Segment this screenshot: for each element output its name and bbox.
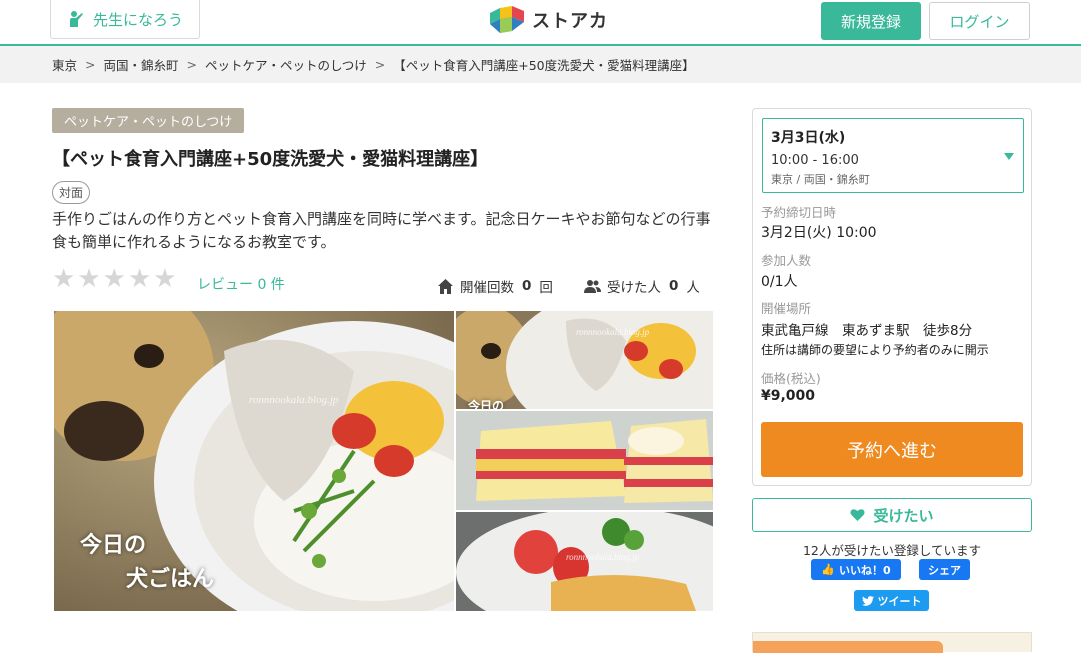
breadcrumb: 東京 > 両国・錦糸町 > ペットケア・ペットのしつけ > 【ペット食育入門講座… [0,46,1081,83]
venue-value: 東武亀戸線 東あずま駅 徒歩8分 [761,323,973,339]
held-count-unit: 回 [539,280,553,296]
date-select[interactable]: 3月3日(水) 10:00 - 16:00 東京 / 両国・錦糸町 [762,118,1024,193]
lesson-title: 【ペット食育入門講座+50度洗愛犬・愛猫料理講座】 [52,149,489,170]
login-button[interactable]: ログイン [929,2,1030,40]
held-count-label: 開催回数 [460,280,514,296]
promo-banner-accent [753,641,943,653]
thumbnail-watermark: ronnnookala.blog.jp [576,327,650,337]
selected-time: 10:00 - 16:00 [771,153,859,168]
main-photo-watermark: ronnnookala.blog.jp [249,394,339,406]
star-icon: ★ [52,264,76,294]
become-teacher-button[interactable]: 先生になろう [50,0,200,39]
breadcrumb-item-category[interactable]: ペットケア・ペットのしつけ [205,55,367,74]
dog-bowl-thumbnail-image: ronnnookala.blog.jp [456,311,713,409]
booking-card: 3月3日(水) 10:00 - 16:00 東京 / 両国・錦糸町 予約締切日時… [752,108,1032,486]
promo-banner[interactable] [752,632,1032,653]
cake-thumbnail-image [456,411,713,510]
breadcrumb-separator: > [186,57,197,72]
facebook-like-label: いいね！0 [839,563,891,577]
price-value: ¥9,000 [761,388,816,404]
venue-label: 開催場所 [761,301,812,316]
thumbnail-photo[interactable] [456,411,713,510]
tweet-label: ツイート [877,594,922,608]
star-icon: ★ [127,264,152,294]
attendees-stat: 受けた人 0 人 [584,276,700,296]
thumbs-up-icon: 👍 [821,563,836,576]
want-to-attend-label: 受けたい [873,506,934,525]
home-icon [438,278,453,294]
become-teacher-label: 先生になろう [92,10,183,29]
users-icon [584,279,601,293]
lesson-description: 手作りごはんの作り方とペット食育入門講座を同時に学べます。記念日ケーキやお節句な… [52,210,711,251]
facebook-like-button[interactable]: 👍 いいね！0 [811,559,901,580]
thumbnail-photo[interactable]: ronnnookala.blog.jp 今日の [456,311,713,409]
heart-icon [850,509,865,521]
tweet-button[interactable]: ツイート [854,590,929,611]
facebook-share-button[interactable]: シェア [919,559,970,580]
selected-place: 東京 / 両国・錦糸町 [771,173,870,186]
mode-badge: 対面 [52,181,91,204]
deadline-label: 予約締切日時 [761,205,837,220]
thumbnail-watermark: ronnnookala.blog.jp [566,552,640,562]
participants-value: 0/1人 [761,274,798,290]
caret-down-icon [1004,153,1014,160]
dog-bowl-image: ronnnookala.blog.jp [54,311,454,611]
attendees-value: 0 [669,278,679,294]
held-count-value: 0 [522,278,532,294]
selected-date: 3月3日(水) [771,130,846,146]
attendees-unit: 人 [686,280,700,296]
thumbnail-photo[interactable]: ronnnookala.blog.jp [456,512,713,611]
star-icon: ★ [77,264,101,294]
star-icon: ★ [153,264,177,294]
want-count-text: 12人が受けたい登録しています [802,543,982,558]
twitter-bird-icon [861,595,874,606]
breadcrumb-separator: > [374,57,386,72]
venue-note: 住所は講師の要望により予約者のみに開示 [761,343,989,357]
main-photo-caption-line2: 犬ごはん [126,567,215,592]
review-link[interactable]: レビュー 0 件 [197,274,285,294]
deadline-value: 3月2日(火) 10:00 [761,225,877,241]
main-photo[interactable]: ronnnookala.blog.jp 今日の 犬ごはん [54,311,454,611]
category-tag[interactable]: ペットケア・ペットのしつけ [52,108,245,133]
logo-mark-icon [490,6,524,33]
site-logo[interactable]: ストアカ [488,5,608,35]
attendees-label: 受けた人 [607,280,661,296]
main-photo-caption-line1: 今日の [80,533,147,558]
rating-stars: ★ ★ ★ ★ ★ [52,265,177,293]
breadcrumb-separator: > [85,57,96,72]
logo-text: ストアカ [532,11,608,32]
teacher-icon [69,11,83,27]
star-icon: ★ [102,264,126,294]
breadcrumb-item-tokyo[interactable]: 東京 [52,55,77,74]
participants-label: 参加人数 [761,253,812,268]
signup-button[interactable]: 新規登録 [821,2,921,40]
reserve-button[interactable]: 予約へ進む [761,422,1023,477]
breadcrumb-item-current: 【ペット食育入門講座+50度洗愛犬・愛猫料理講座】 [393,58,695,73]
price-label: 価格(税込) [761,371,821,386]
thumbnail-caption: 今日の [468,399,505,409]
food-plate-thumbnail-image: ronnnookala.blog.jp [456,512,713,611]
site-header: 先生になろう ストアカ 新規登録 ログイン [0,0,1081,46]
held-count-stat: 開催回数 0 回 [437,276,553,296]
want-to-attend-button[interactable]: 受けたい [752,498,1032,532]
breadcrumb-item-area[interactable]: 両国・錦糸町 [104,55,179,74]
